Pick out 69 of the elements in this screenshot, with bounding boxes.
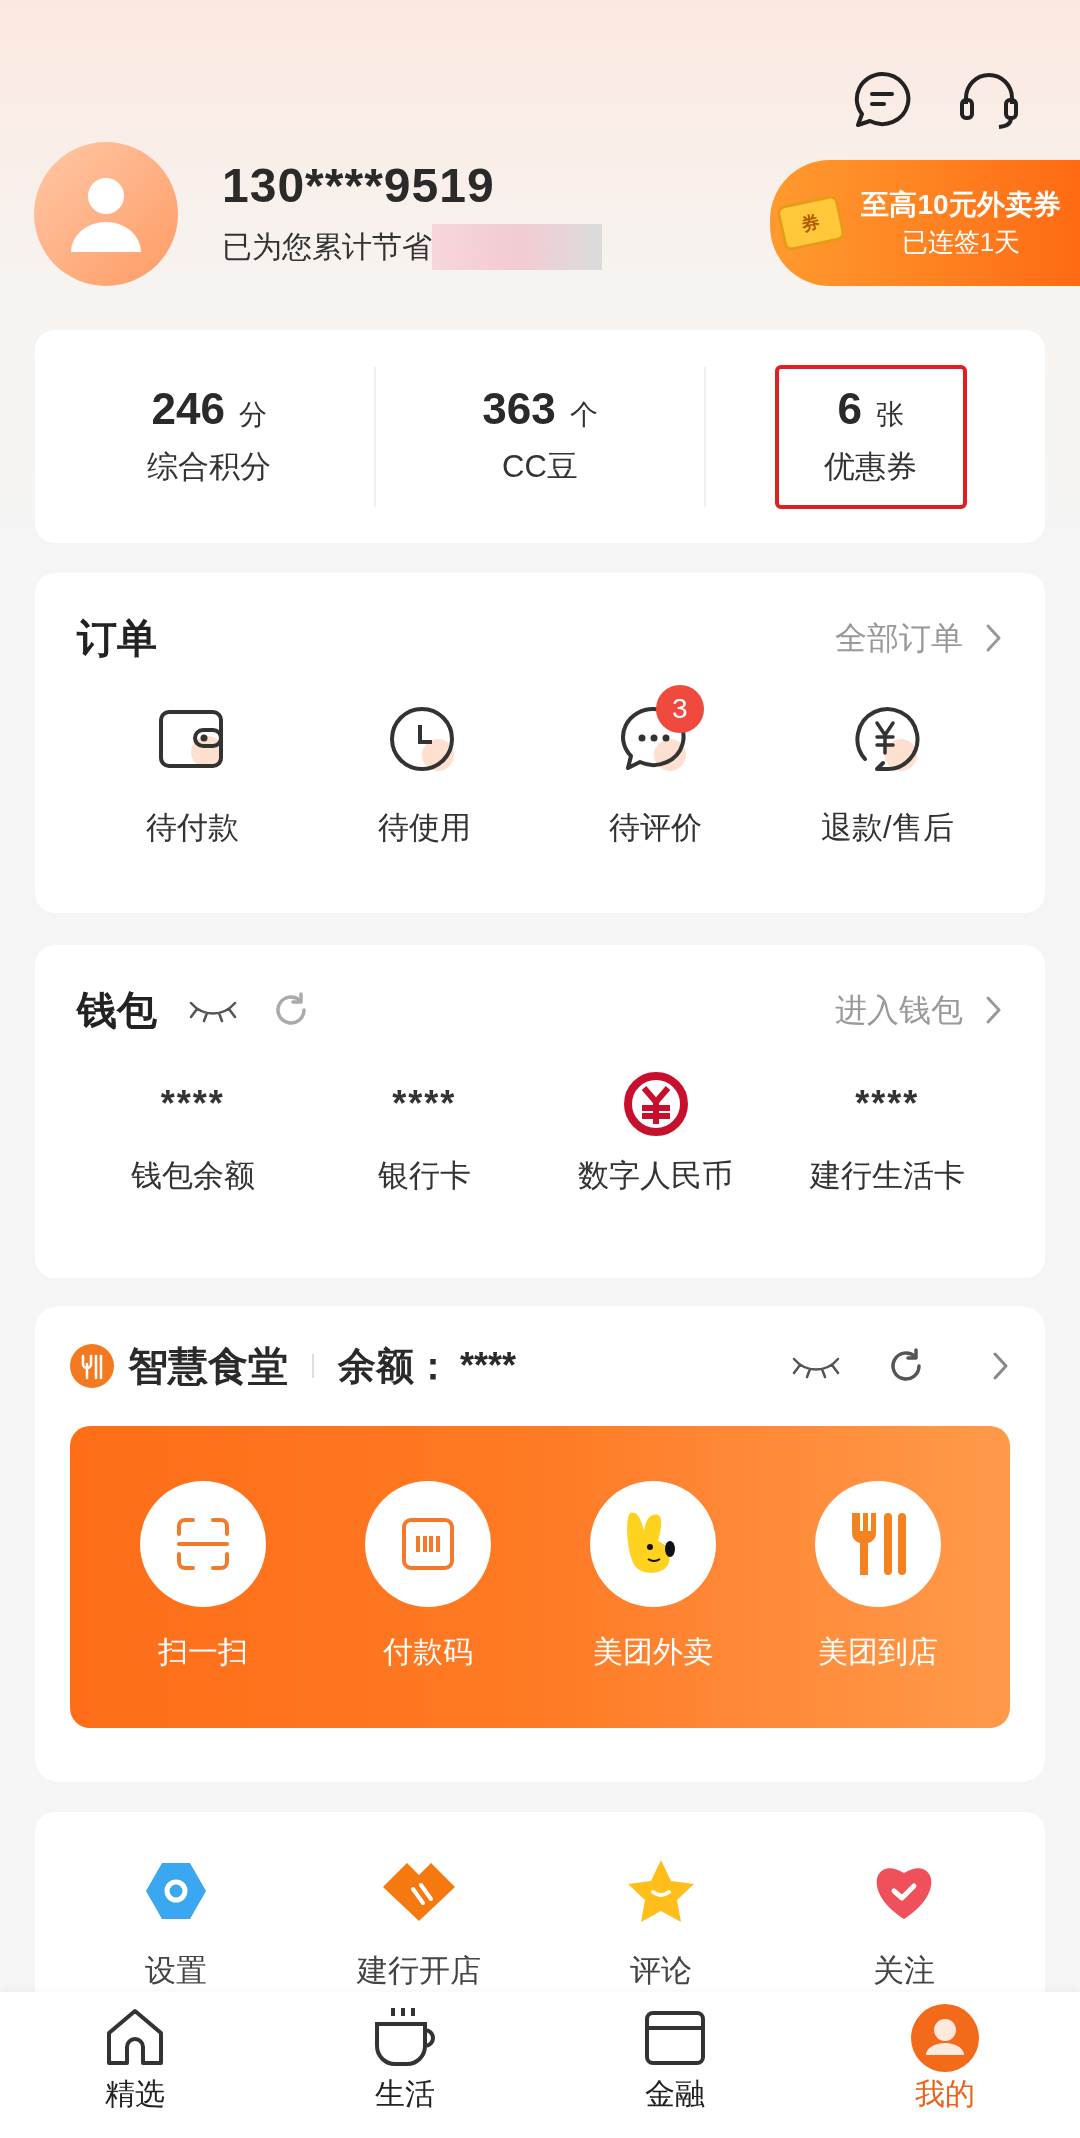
chevron-right-icon [985, 995, 1003, 1025]
wallet-item[interactable]: **** 银行卡 [308, 1069, 540, 1200]
tool-button[interactable]: 设置 [55, 1856, 298, 1992]
order-status-button[interactable]: 退款/售后 [771, 681, 1003, 852]
masked-balance: **** [460, 1344, 517, 1388]
yuan-emblem-icon [623, 1072, 688, 1136]
tool-label: 设置 [145, 1952, 208, 1990]
tab-item[interactable]: 金融 [540, 1992, 810, 2138]
barcode-icon [399, 1515, 456, 1572]
wallet-item[interactable]: **** 钱包余额 [77, 1069, 309, 1200]
stat-label: CC豆 [502, 447, 578, 486]
tool-label: 建行开店 [356, 1952, 481, 1990]
canteen-title: 智慧食堂 [128, 1343, 288, 1390]
tool-button[interactable]: 建行开店 [297, 1856, 540, 1992]
order-status-label: 待使用 [377, 809, 471, 847]
balance-label: 余额： [338, 1343, 452, 1389]
section-title: 钱包 [77, 987, 157, 1034]
tool-label: 关注 [872, 1952, 935, 1990]
wallet-item-label: 银行卡 [377, 1157, 471, 1195]
tool-label: 评论 [630, 1952, 693, 1990]
stat-item[interactable]: 6 张 优惠券 [774, 364, 967, 509]
coupon-tag: 券 [775, 194, 847, 252]
wallet-item-label: 数字人民币 [578, 1157, 734, 1195]
order-status-label: 待付款 [146, 809, 240, 847]
stat-value: 6 [837, 382, 862, 435]
promo-subtitle: 已连签1天 [901, 226, 1021, 259]
stat-unit: 张 [875, 397, 904, 432]
phone-number: 130****9519 [222, 158, 496, 214]
canteen-action-label: 美团到店 [817, 1633, 938, 1670]
masked-amount: **** [392, 1082, 457, 1126]
order-status-button[interactable]: 待付款 [77, 681, 309, 852]
masked-amount: **** [160, 1082, 225, 1126]
wallet-item-label: 钱包余额 [130, 1157, 255, 1195]
canteen-action-label: 美团外卖 [592, 1633, 713, 1670]
savings-label: 已为您累计节省 [222, 229, 432, 265]
order-status-label: 待评价 [609, 809, 703, 847]
stat-value: 246 [151, 382, 226, 435]
chevron-right-icon [992, 1351, 1010, 1381]
stat-unit: 个 [569, 397, 598, 432]
canteen-action-label: 付款码 [382, 1633, 473, 1670]
canteen-action-label: 扫一扫 [157, 1633, 248, 1670]
count-badge: 3 [655, 685, 704, 733]
masked-amount: **** [855, 1082, 920, 1126]
tab-item[interactable]: 精选 [0, 1992, 270, 2138]
stat-item[interactable]: 246 分 综合积分 [113, 364, 306, 509]
headset-icon[interactable] [958, 70, 1020, 132]
wallet-item[interactable]: 数字人民币 [540, 1069, 772, 1200]
promo-title: 至高10元外卖券 [861, 188, 1061, 222]
stat-unit: 分 [239, 397, 268, 432]
order-status-label: 退款/售后 [820, 809, 954, 847]
chevron-right-icon [985, 623, 1003, 653]
stat-value: 363 [482, 382, 556, 435]
order-status-button[interactable]: 待使用 [308, 681, 540, 852]
wallet-item[interactable]: **** 建行生活卡 [771, 1069, 1003, 1200]
stat-item[interactable]: 363 个 CC豆 [444, 364, 636, 509]
canteen-logo-icon [70, 1344, 114, 1388]
profile-icon [910, 2003, 980, 2073]
stat-label: 综合积分 [147, 447, 272, 486]
message-icon[interactable] [852, 70, 912, 130]
wallet-item-label: 建行生活卡 [809, 1157, 965, 1195]
section-title: 订单 [77, 615, 157, 662]
hexagon-settings-icon [144, 1861, 209, 1921]
scan-icon [174, 1515, 231, 1572]
stat-label: 优惠券 [824, 447, 918, 486]
card-icon [644, 2010, 706, 2066]
tool-button[interactable]: 评论 [540, 1856, 783, 1992]
tool-button[interactable]: 关注 [782, 1856, 1025, 1992]
tab-item[interactable]: 生活 [270, 1992, 540, 2138]
order-status-button[interactable]: 3 待评价 [540, 681, 772, 852]
